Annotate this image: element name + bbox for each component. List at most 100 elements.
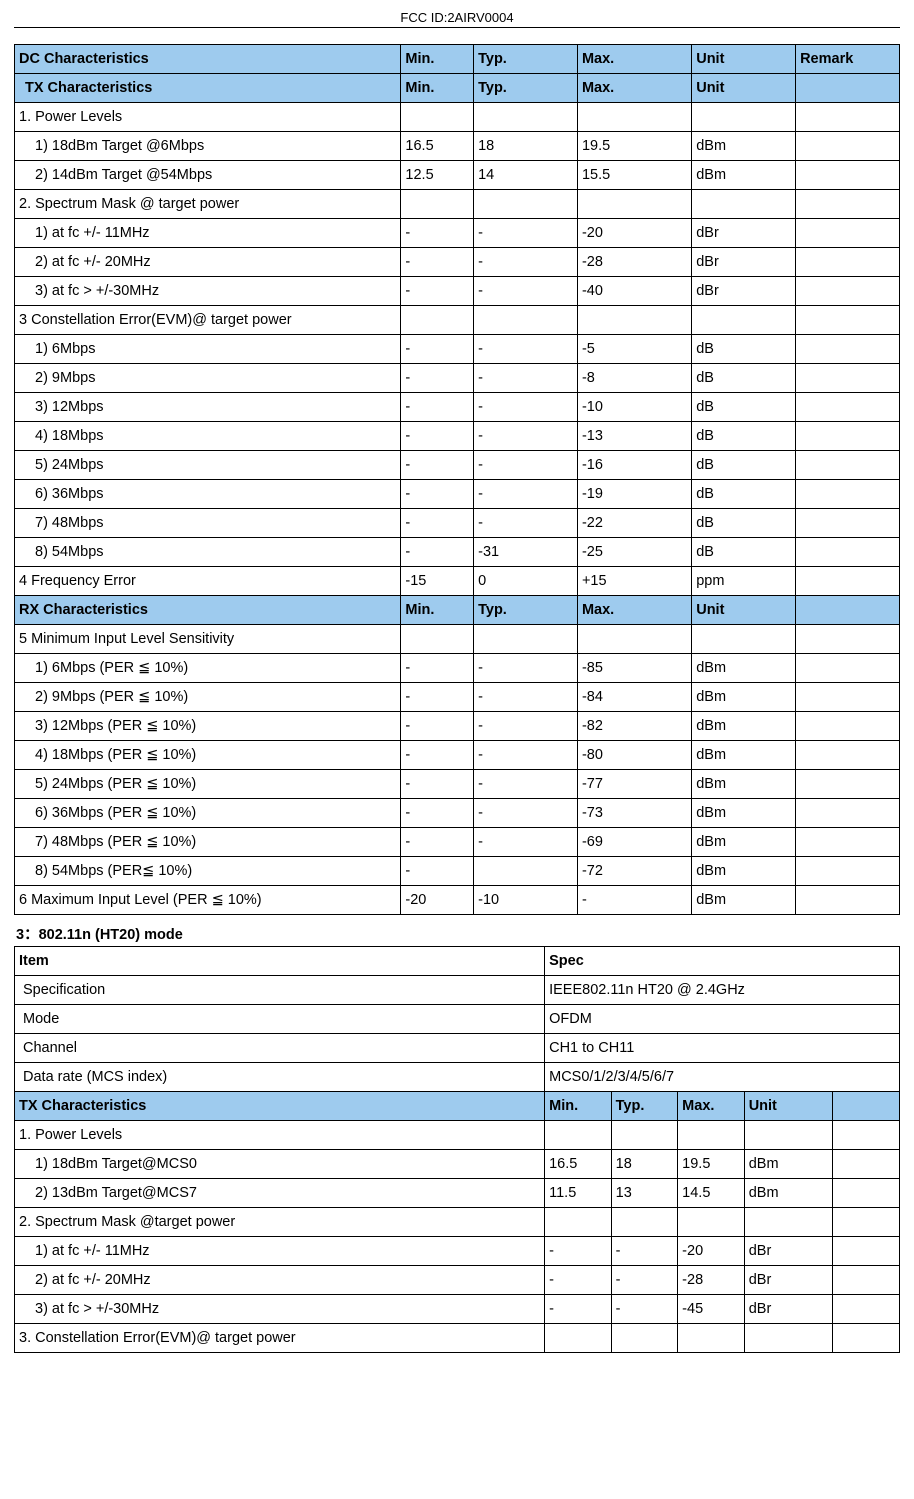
table-row: 2. Spectrum Mask @target power — [15, 1208, 900, 1237]
max: -82 — [577, 712, 691, 741]
table-row: 1) 18dBm Target@MCS016.51819.5dBm — [15, 1150, 900, 1179]
param-label: 5) 24Mbps (PER ≦ 10%) — [15, 770, 401, 799]
remark — [796, 393, 900, 422]
hdr-min: Min. — [401, 45, 474, 74]
param-label: 3. Constellation Error(EVM)@ target powe… — [15, 1324, 545, 1353]
spec-value: OFDM — [545, 1005, 900, 1034]
unit — [744, 1121, 833, 1150]
param-label: 8) 54Mbps — [15, 538, 401, 567]
min: 16.5 — [401, 132, 474, 161]
unit — [692, 190, 796, 219]
remark — [796, 364, 900, 393]
unit — [744, 1208, 833, 1237]
unit: dBr — [692, 248, 796, 277]
unit: dBr — [744, 1295, 833, 1324]
table-row: 3) at fc > +/-30MHz---40dBr — [15, 277, 900, 306]
max: -16 — [577, 451, 691, 480]
hdr-min: Min. — [545, 1092, 612, 1121]
unit: dBm — [692, 770, 796, 799]
max: 19.5 — [577, 132, 691, 161]
param-label: 2) at fc +/- 20MHz — [15, 1266, 545, 1295]
typ: 18 — [611, 1150, 678, 1179]
max: -45 — [678, 1295, 745, 1324]
max: +15 — [577, 567, 691, 596]
hdr-typ: Typ. — [474, 74, 578, 103]
remark — [796, 190, 900, 219]
typ: - — [474, 654, 578, 683]
rx-characteristics-header: RX CharacteristicsMin.Typ.Max.Unit — [15, 596, 900, 625]
unit: dBm — [692, 828, 796, 857]
item-label: Mode — [15, 1005, 545, 1034]
unit: dBm — [744, 1150, 833, 1179]
remark — [796, 857, 900, 886]
typ — [611, 1324, 678, 1353]
dc-characteristics-header: DC CharacteristicsMin.Typ.Max.UnitRemark — [15, 45, 900, 74]
unit: dBm — [692, 683, 796, 712]
unit: dBr — [744, 1266, 833, 1295]
min — [401, 625, 474, 654]
max: 14.5 — [678, 1179, 745, 1208]
min: - — [401, 741, 474, 770]
table-row: 1. Power Levels — [15, 103, 900, 132]
max — [577, 306, 691, 335]
typ — [474, 103, 578, 132]
typ: - — [474, 712, 578, 741]
hdr-remark: Remark — [796, 45, 900, 74]
unit: ppm — [692, 567, 796, 596]
table-row: 4) 18Mbps---13dB — [15, 422, 900, 451]
min: - — [545, 1295, 612, 1324]
table-row: 1) 18dBm Target @6Mbps16.51819.5dBm — [15, 132, 900, 161]
max: -85 — [577, 654, 691, 683]
remark — [796, 248, 900, 277]
min: - — [401, 277, 474, 306]
typ: - — [474, 480, 578, 509]
typ: - — [474, 335, 578, 364]
typ: - — [611, 1266, 678, 1295]
remark — [796, 538, 900, 567]
remark — [796, 828, 900, 857]
max: -5 — [577, 335, 691, 364]
table-row: 3) at fc > +/-30MHz---45dBr — [15, 1295, 900, 1324]
typ: -10 — [474, 886, 578, 915]
unit: dBm — [692, 712, 796, 741]
table-row: 5) 24Mbps (PER ≦ 10%)---77dBm — [15, 770, 900, 799]
table-row: 5 Minimum Input Level Sensitivity — [15, 625, 900, 654]
param-label: 7) 48Mbps — [15, 509, 401, 538]
min: - — [401, 451, 474, 480]
hdr-unit: Unit — [692, 74, 796, 103]
unit — [744, 1324, 833, 1353]
typ: 13 — [611, 1179, 678, 1208]
unit — [692, 306, 796, 335]
max: -28 — [678, 1266, 745, 1295]
param-label: 7) 48Mbps (PER ≦ 10%) — [15, 828, 401, 857]
table-row: 2) at fc +/- 20MHz---28dBr — [15, 1266, 900, 1295]
min: - — [401, 770, 474, 799]
fcc-id: FCC ID:2AIRV0004 — [14, 10, 900, 25]
remark — [796, 654, 900, 683]
param-label: 5) 24Mbps — [15, 451, 401, 480]
unit: dBm — [692, 161, 796, 190]
typ: - — [474, 451, 578, 480]
param-label: 1) 18dBm Target @6Mbps — [15, 132, 401, 161]
remark — [796, 886, 900, 915]
min: - — [401, 335, 474, 364]
table-row: 1) 6Mbps (PER ≦ 10%)---85dBm — [15, 654, 900, 683]
table-row: 1. Power Levels — [15, 1121, 900, 1150]
remark — [796, 509, 900, 538]
hdr-remark — [796, 74, 900, 103]
remark — [796, 799, 900, 828]
unit: dB — [692, 451, 796, 480]
hdr-remark — [833, 1092, 900, 1121]
max: -73 — [577, 799, 691, 828]
typ: - — [474, 422, 578, 451]
typ: - — [474, 683, 578, 712]
min — [401, 190, 474, 219]
min: - — [545, 1237, 612, 1266]
min: - — [401, 799, 474, 828]
typ: - — [474, 741, 578, 770]
item-label: Specification — [15, 976, 545, 1005]
max: -28 — [577, 248, 691, 277]
remark — [796, 335, 900, 364]
hdr-min: Min. — [401, 74, 474, 103]
typ: - — [611, 1295, 678, 1324]
